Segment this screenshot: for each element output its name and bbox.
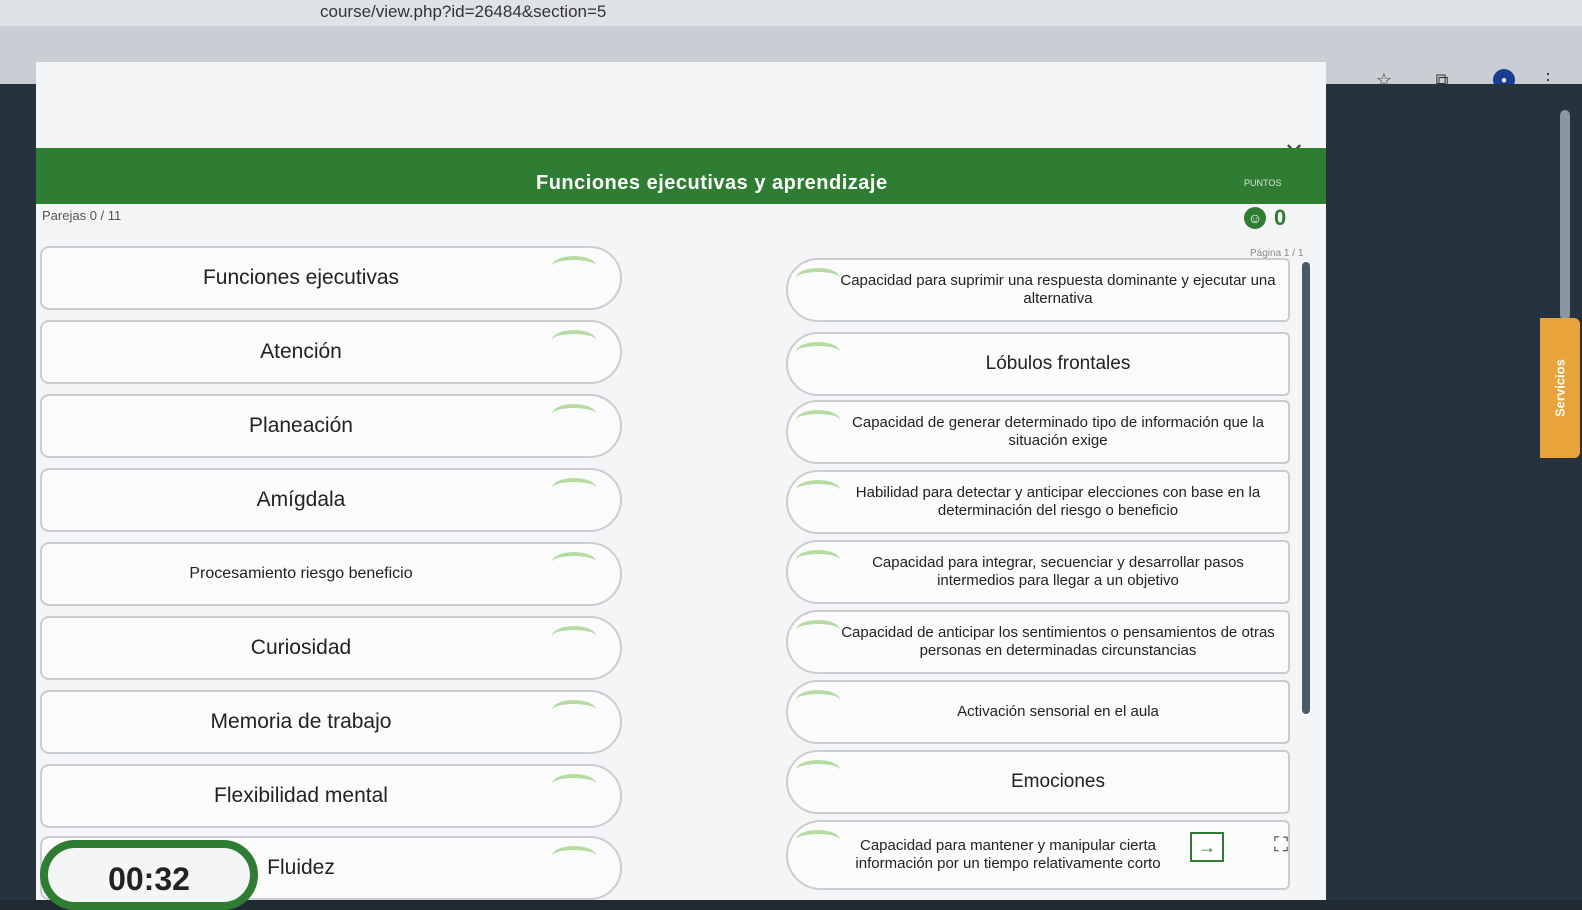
points-label: PUNTOS [1244, 178, 1282, 188]
right-card-label: Capacidad para integrar, secuenciar y de… [872, 554, 1244, 589]
score-display: ☺ 0 [1244, 205, 1286, 231]
right-card-label: Emociones [1011, 771, 1105, 792]
left-card-label: Amígdala [256, 488, 346, 511]
right-card[interactable]: Emociones [786, 750, 1290, 814]
pairs-counter: Parejas 0 / 11 [42, 208, 122, 223]
expand-icon[interactable]: ⛶ [1266, 830, 1296, 860]
activity-title: Funciones ejecutivas y aprendizaje [536, 172, 888, 194]
right-card-label: Lóbulos frontales [985, 353, 1131, 374]
left-card-label: Atención [260, 340, 342, 363]
right-card-label: Capacidad para suprimir una respuesta do… [840, 272, 1276, 307]
modal-scrollbar[interactable] [1302, 262, 1310, 714]
left-card[interactable]: Flexibilidad mental [40, 764, 622, 828]
score-value: 0 [1274, 205, 1287, 230]
right-card[interactable]: Habilidad para detectar y anticipar elec… [786, 470, 1290, 534]
left-card[interactable]: Funciones ejecutivas [40, 246, 622, 310]
left-card-label: Planeación [249, 414, 353, 437]
right-card-label: Activación sensorial en el aula [957, 703, 1159, 720]
fullscreen-icon[interactable]: → [1190, 832, 1224, 862]
right-card[interactable]: Lóbulos frontales [786, 332, 1290, 396]
right-card[interactable]: Capacidad para suprimir una respuesta do… [786, 258, 1290, 322]
right-card-label: Capacidad de anticipar los sentimientos … [841, 624, 1275, 659]
score-icon: ☺ [1244, 207, 1266, 229]
left-card[interactable]: Atención [40, 320, 622, 384]
services-label: Servicios [1552, 359, 1568, 417]
left-card-label: Fluidez [267, 856, 335, 879]
left-card-label: Flexibilidad mental [214, 784, 388, 807]
left-card-label: Curiosidad [250, 636, 352, 659]
page-scrollbar[interactable] [1560, 110, 1570, 320]
right-card[interactable]: Capacidad para integrar, secuenciar y de… [786, 540, 1290, 604]
left-card[interactable]: Curiosidad [40, 616, 622, 680]
address-bar-url[interactable]: course/view.php?id=26484&section=5 [320, 2, 606, 22]
left-card-label: Procesamiento riesgo beneficio [189, 565, 413, 582]
browser-url-strip: course/view.php?id=26484&section=5 [0, 0, 1582, 26]
right-card[interactable]: Capacidad de anticipar los sentimientos … [786, 610, 1290, 674]
left-card[interactable]: Memoria de trabajo [40, 690, 622, 754]
left-card[interactable]: Amígdala [40, 468, 622, 532]
left-card[interactable]: Procesamiento riesgo beneficio [40, 542, 622, 606]
right-card[interactable]: Activación sensorial en el aula [786, 680, 1290, 744]
left-card-label: Memoria de trabajo [210, 710, 392, 733]
services-side-tab[interactable]: Servicios [1540, 318, 1580, 458]
right-card[interactable]: Capacidad de generar determinado tipo de… [786, 400, 1290, 464]
left-card-label: Funciones ejecutivas [202, 266, 400, 289]
right-card-label: Capacidad de generar determinado tipo de… [852, 414, 1264, 449]
right-card-label: Capacidad para mantener y manipular cier… [855, 837, 1161, 872]
right-card-label: Habilidad para detectar y anticipar elec… [855, 484, 1261, 519]
left-card[interactable]: Planeación [40, 394, 622, 458]
